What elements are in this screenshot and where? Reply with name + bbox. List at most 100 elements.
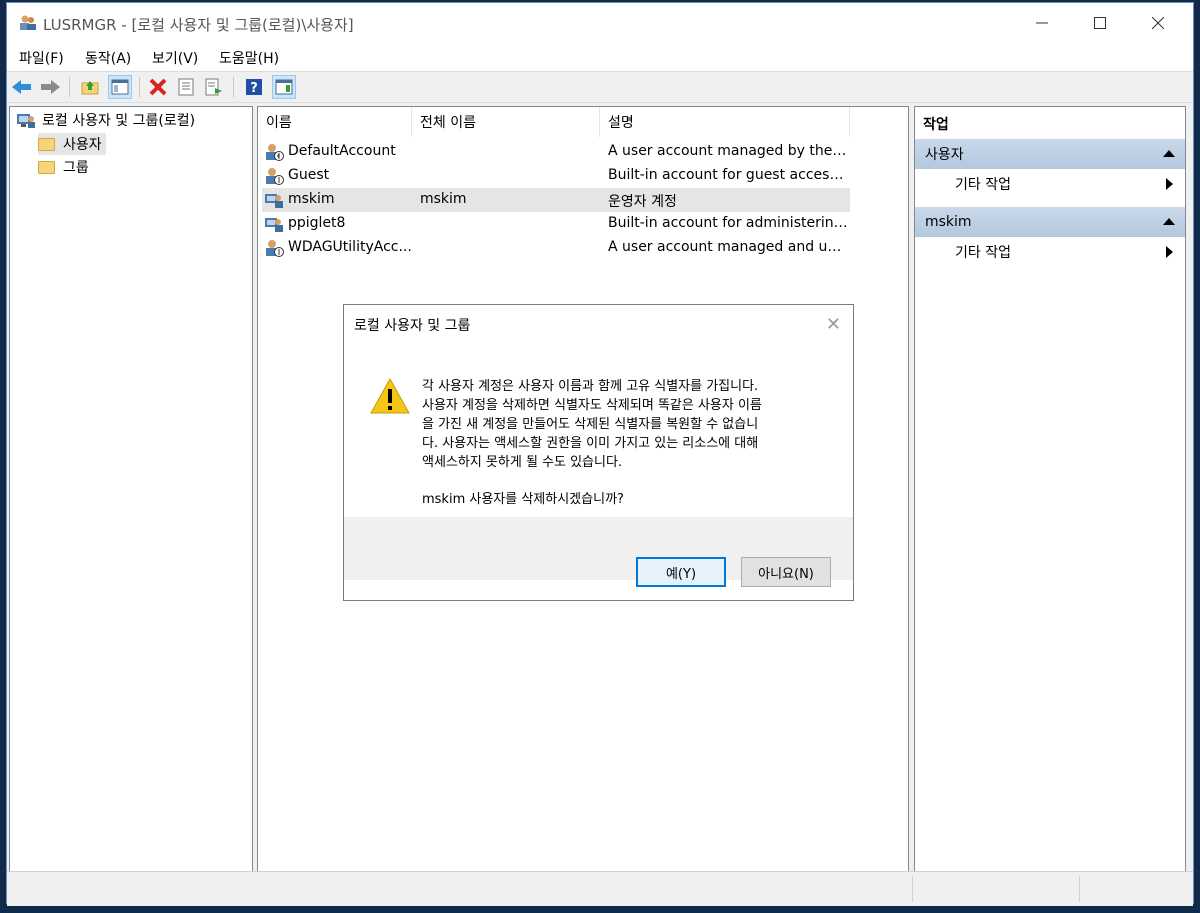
no-button[interactable]: 아니요(N) (741, 557, 831, 587)
export-list-icon (205, 78, 222, 96)
message-line: 을 가진 새 계정을 만들어도 삭제된 식별자를 복원할 수 없습니 (422, 417, 759, 432)
properties-icon (178, 78, 194, 96)
disabled-user-icon (266, 168, 284, 185)
tree-root-label: 로컬 사용자 및 그룹(로컬) (42, 113, 196, 129)
collapse-icon[interactable] (1163, 150, 1175, 157)
help-button[interactable]: ? (243, 76, 265, 98)
column-header-description[interactable]: 설명 (600, 107, 850, 137)
menu-view[interactable]: 보기(V) (152, 48, 198, 68)
action-item-label: 기타 작업 (955, 245, 1011, 261)
user-name-cell: mskim (288, 191, 335, 207)
status-divider (912, 876, 913, 902)
toolbar-separator (233, 77, 234, 97)
tree-item-groups[interactable]: 그룹 (38, 156, 89, 178)
show-hide-action-pane-button[interactable] (272, 75, 296, 99)
user-fullname-cell: mskim (420, 191, 467, 207)
user-name-cell: DefaultAccount (288, 143, 396, 159)
delete-confirm-dialog: 로컬 사용자 및 그룹 ✕ 각 사용자 계정은 사용자 이름과 함께 고유 식별… (343, 304, 854, 601)
submenu-arrow-icon (1166, 178, 1173, 190)
table-row[interactable]: ppiglet8 Built-in account for administer… (262, 212, 850, 236)
console-tree-icon (111, 79, 129, 95)
maximize-icon (1094, 17, 1106, 29)
disabled-user-icon (266, 240, 284, 257)
submenu-arrow-icon (1166, 246, 1173, 258)
dialog-title: 로컬 사용자 및 그룹 (354, 318, 471, 334)
forward-arrow-icon (41, 80, 60, 94)
tree-item-label: 그룹 (63, 160, 89, 176)
user-name-cell: WDAGUtilityAcc... (288, 239, 412, 255)
minimize-button[interactable] (1013, 3, 1071, 43)
table-row[interactable]: DefaultAccount A user account managed by… (262, 140, 850, 164)
svg-text:?: ? (250, 81, 258, 96)
back-button[interactable] (11, 76, 33, 98)
action-pane-icon (275, 79, 293, 95)
folder-icon (38, 137, 55, 151)
action-more-actions-mskim[interactable]: 기타 작업 (955, 237, 1185, 267)
user-description-cell: Built-in account for administering... (608, 215, 848, 231)
dialog-question: mskim 사용자를 삭제하시겠습니까? (422, 492, 624, 507)
action-section-title: 사용자 (925, 147, 964, 163)
delete-x-icon (149, 78, 167, 96)
message-line: 다. 사용자는 액세스할 권한을 이미 가지고 있는 리소스에 대해 (422, 436, 759, 451)
toolbar: ? (7, 71, 1193, 103)
user-icon (265, 194, 283, 208)
help-icon: ? (246, 79, 262, 96)
close-icon (1152, 17, 1164, 29)
title-bar[interactable]: LUSRMGR - [로컬 사용자 및 그룹(로컬)\사용자] (7, 3, 1193, 43)
action-pane-header: 작업 (923, 117, 949, 133)
action-section-mskim[interactable]: mskim (915, 207, 1185, 237)
forward-button[interactable] (39, 76, 61, 98)
dialog-button-bar: 예(Y) 아니요(N) (344, 517, 853, 587)
action-item-label: 기타 작업 (955, 177, 1011, 193)
column-header-name[interactable]: 이름 (258, 107, 412, 137)
message-line: 사용자 계정을 삭제하면 식별자도 삭제되며 똑같은 사용자 이름 (422, 398, 762, 413)
window-title: LUSRMGR - [로컬 사용자 및 그룹(로컬)\사용자] (43, 16, 354, 34)
user-description-cell: Built-in account for guest access t... (608, 167, 848, 183)
toolbar-separator (69, 77, 70, 97)
maximize-button[interactable] (1071, 3, 1129, 43)
show-hide-console-tree-button[interactable] (108, 75, 132, 99)
export-list-button[interactable] (203, 76, 225, 98)
action-section-users[interactable]: 사용자 (915, 139, 1185, 169)
menu-help[interactable]: 도움말(H) (219, 48, 279, 68)
status-divider (1079, 876, 1080, 902)
collapse-icon[interactable] (1163, 218, 1175, 225)
status-bar (7, 871, 1193, 906)
menu-bar: 파일(F) 동작(A) 보기(V) 도움말(H) (7, 43, 1193, 71)
user-name-cell: ppiglet8 (288, 215, 346, 231)
disabled-user-icon (266, 144, 284, 161)
warning-icon (370, 377, 410, 414)
close-button[interactable] (1129, 3, 1187, 43)
action-section-title: mskim (925, 214, 972, 230)
yes-button[interactable]: 예(Y) (636, 557, 726, 587)
message-line: 각 사용자 계정은 사용자 이름과 함께 고유 식별자를 가집니다. (422, 379, 759, 394)
user-icon (265, 218, 283, 232)
user-description-cell: 운영자 계정 (608, 194, 677, 210)
properties-button[interactable] (175, 76, 197, 98)
console-tree-pane: 로컬 사용자 및 그룹(로컬) 사용자 그룹 (9, 106, 253, 876)
message-line: 액세스하지 못하게 될 수도 있습니다. (422, 455, 623, 470)
dialog-close-icon[interactable]: ✕ (826, 314, 841, 335)
back-arrow-icon (12, 80, 31, 94)
menu-file[interactable]: 파일(F) (19, 48, 64, 68)
users-computer-icon (17, 114, 35, 128)
action-more-actions-users[interactable]: 기타 작업 (955, 169, 1185, 199)
tree-item-users[interactable]: 사용자 (38, 133, 106, 155)
table-row[interactable]: WDAGUtilityAcc... A user account managed… (262, 236, 850, 260)
user-description-cell: A user account managed and use... (608, 239, 848, 255)
users-app-icon (20, 15, 36, 30)
folder-up-icon (81, 81, 99, 95)
toolbar-separator (139, 77, 140, 97)
column-header-fullname[interactable]: 전체 이름 (412, 107, 600, 137)
menu-action[interactable]: 동작(A) (85, 48, 131, 68)
table-row[interactable]: Guest Built-in account for guest access … (262, 164, 850, 188)
user-description-cell: A user account managed by the s... (608, 143, 848, 159)
table-row[interactable]: mskim mskim 운영자 계정 (262, 188, 850, 212)
up-one-level-button[interactable] (79, 76, 101, 98)
minimize-icon (1036, 22, 1048, 24)
tree-item-label: 사용자 (63, 137, 102, 153)
dialog-message: 각 사용자 계정은 사용자 이름과 함께 고유 식별자를 가집니다. 사용자 계… (422, 377, 832, 509)
user-name-cell: Guest (288, 167, 330, 183)
delete-button[interactable] (147, 76, 169, 98)
tree-root-node[interactable]: 로컬 사용자 및 그룹(로컬) (16, 109, 195, 131)
